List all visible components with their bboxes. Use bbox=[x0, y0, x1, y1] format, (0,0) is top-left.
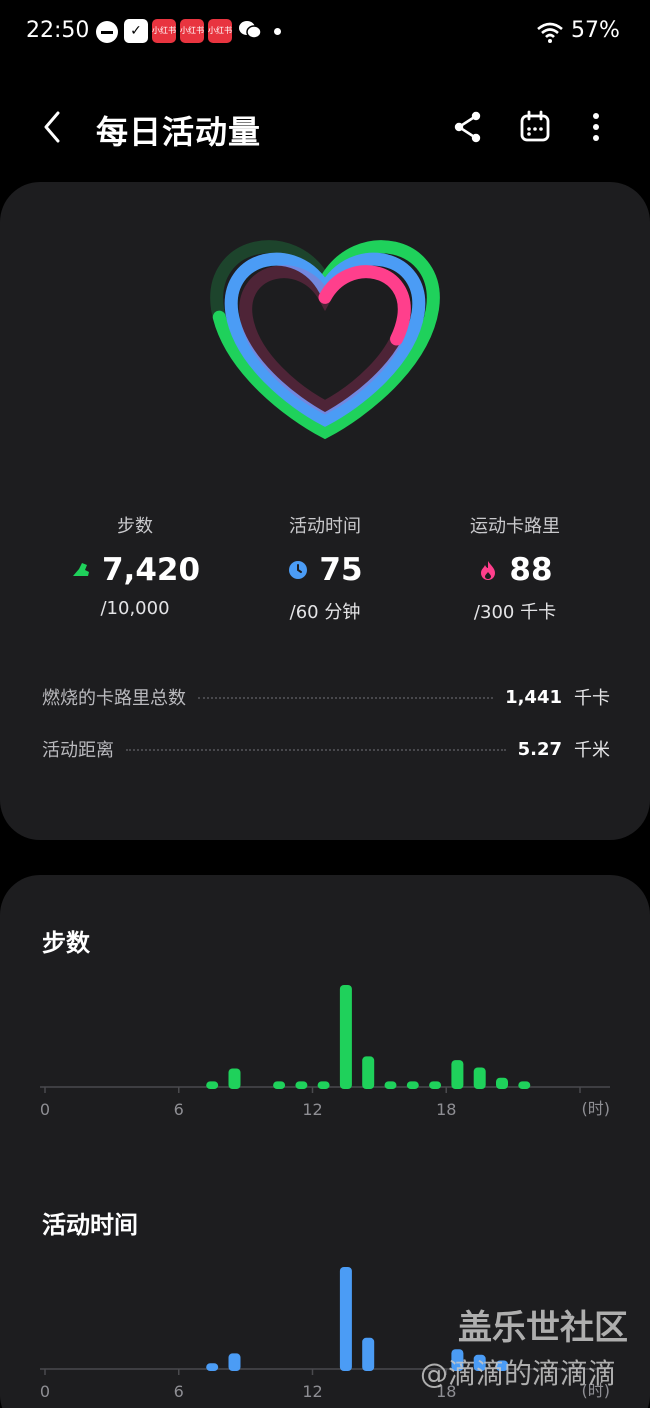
shoe-icon bbox=[72, 563, 89, 576]
battery-level: 57% bbox=[571, 18, 620, 43]
active-time-value: 75 bbox=[319, 552, 363, 588]
app-header: 每日活动量 bbox=[0, 95, 650, 159]
flame-icon bbox=[481, 561, 496, 580]
total-calories-row: 燃烧的卡路里总数 1,441 千卡 bbox=[42, 682, 610, 712]
xiaohongshu-icon: 小红书 bbox=[180, 19, 204, 43]
bar-hour-14 bbox=[362, 1056, 375, 1089]
calories-value: 88 bbox=[509, 552, 553, 588]
dotted-leader bbox=[198, 697, 494, 699]
x-tick-label: 6 bbox=[174, 1382, 184, 1401]
total-calories-value: 1,441 bbox=[505, 686, 562, 708]
xiaohongshu-icon: 小红书 bbox=[208, 19, 232, 43]
steps-value: 7,420 bbox=[101, 552, 201, 588]
bar-hour-10 bbox=[273, 1081, 286, 1089]
bar-hour-21 bbox=[518, 1081, 531, 1089]
daily-activity-card[interactable]: 步数 7,420 /10,000 活动时间 75 /60 分钟 运动卡路里 88 bbox=[0, 182, 650, 840]
status-bar: 22:50 ✓ 小红书 小红书 小红书 57% bbox=[0, 0, 650, 64]
x-tick-label: 0 bbox=[40, 1382, 50, 1401]
distance-unit: 千米 bbox=[574, 740, 610, 761]
wifi-icon bbox=[537, 22, 563, 43]
bar-hour-18 bbox=[451, 1060, 464, 1089]
xiaohongshu-icon: 小红书 bbox=[152, 19, 176, 43]
status-time: 22:50 bbox=[26, 18, 90, 43]
active-time-target: /60 分钟 bbox=[289, 602, 361, 623]
bar-hour-19 bbox=[473, 1067, 486, 1089]
bar-hour-7 bbox=[206, 1081, 219, 1089]
active-time-label: 活动时间 bbox=[289, 516, 361, 537]
share-icon[interactable] bbox=[448, 107, 488, 147]
x-axis-unit: (时) bbox=[582, 1099, 611, 1118]
bar-hour-7 bbox=[206, 1363, 219, 1371]
steps-label: 步数 bbox=[117, 516, 153, 537]
watermark-title: 盖乐世社区 bbox=[458, 1308, 628, 1348]
x-tick-label: 0 bbox=[40, 1100, 50, 1119]
x-tick-label: 18 bbox=[436, 1100, 456, 1119]
bar-hour-15 bbox=[384, 1081, 397, 1089]
x-tick-label: 12 bbox=[302, 1382, 322, 1401]
bar-hour-13 bbox=[339, 985, 352, 1089]
calories-label: 运动卡路里 bbox=[470, 516, 560, 537]
activity-rings bbox=[210, 240, 440, 440]
calories-goal: 运动卡路里 88 /300 千卡 bbox=[415, 512, 615, 624]
wechat-icon bbox=[238, 19, 262, 43]
back-icon[interactable] bbox=[38, 107, 68, 147]
calendar-icon[interactable] bbox=[515, 107, 555, 147]
watermark-author: @滴滴的滴滴滴 bbox=[420, 1357, 617, 1390]
steps-goal: 步数 7,420 /10,000 bbox=[35, 512, 235, 619]
total-calories-unit: 千卡 bbox=[574, 688, 610, 709]
page-title: 每日活动量 bbox=[96, 113, 262, 151]
notification-dot-icon bbox=[274, 28, 281, 35]
bar-hour-12 bbox=[317, 1081, 330, 1089]
x-tick-label: 12 bbox=[302, 1100, 322, 1119]
calories-target: /300 千卡 bbox=[473, 602, 557, 623]
distance-value: 5.27 bbox=[517, 738, 562, 760]
dotted-leader bbox=[126, 749, 506, 751]
steps-chart: 0 6 12 18 (时) bbox=[40, 985, 611, 1119]
check-app-icon: ✓ bbox=[124, 19, 148, 43]
bar-hour-11 bbox=[295, 1081, 308, 1089]
bar-hour-17 bbox=[429, 1081, 442, 1089]
dnd-icon bbox=[96, 21, 118, 43]
steps-target: /10,000 bbox=[100, 598, 170, 619]
more-options-icon[interactable] bbox=[576, 107, 616, 147]
bar-hour-14 bbox=[362, 1337, 375, 1371]
bar-hour-13 bbox=[339, 1267, 352, 1371]
distance-label: 活动距离 bbox=[42, 740, 114, 761]
bar-hour-8 bbox=[228, 1353, 241, 1371]
distance-row: 活动距离 5.27 千米 bbox=[42, 734, 610, 764]
bar-hour-16 bbox=[406, 1081, 419, 1089]
clock-icon bbox=[289, 561, 308, 579]
total-calories-label: 燃烧的卡路里总数 bbox=[42, 688, 186, 709]
x-tick-label: 6 bbox=[174, 1100, 184, 1119]
active-time-goal: 活动时间 75 /60 分钟 bbox=[225, 512, 425, 624]
bar-hour-8 bbox=[228, 1068, 241, 1089]
bar-hour-20 bbox=[496, 1077, 508, 1089]
